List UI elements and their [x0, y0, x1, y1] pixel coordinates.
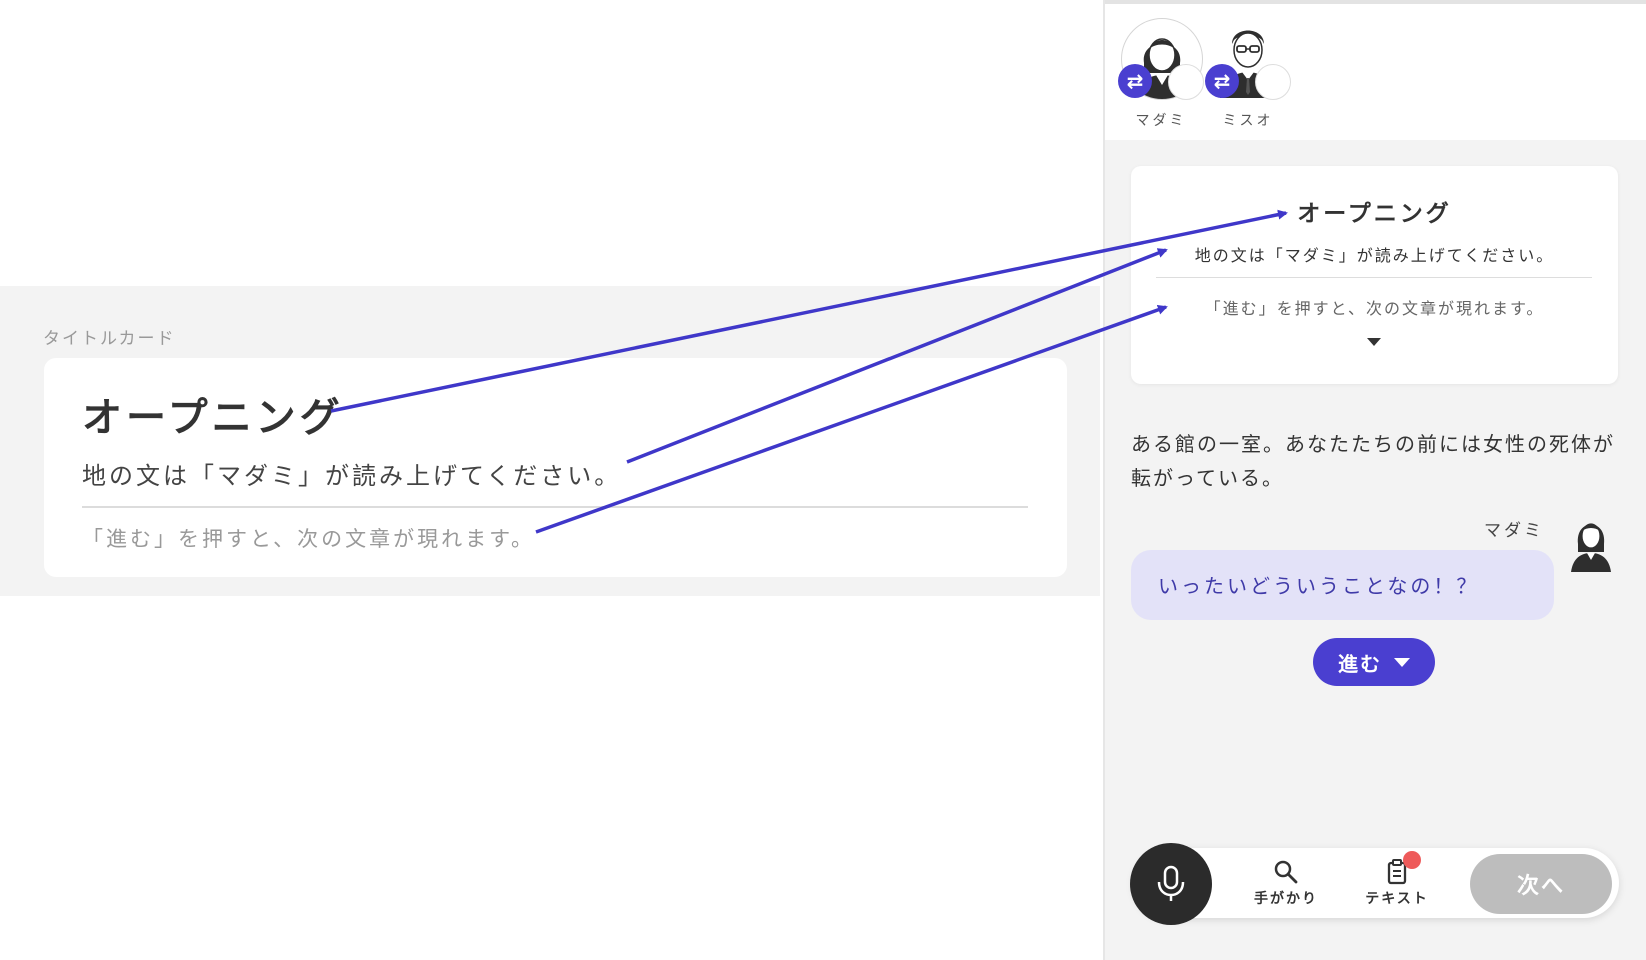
editor-divider — [82, 506, 1028, 508]
speaker-avatar-icon — [1565, 512, 1617, 572]
text-label: テキスト — [1365, 891, 1429, 907]
character-name: ミスオ — [1222, 113, 1274, 129]
character-madami[interactable]: ⇄ マダミ — [1118, 18, 1208, 130]
speaker-name: マダミ — [1484, 521, 1544, 541]
status-circle — [1255, 64, 1291, 100]
caret-down-icon — [1394, 657, 1410, 667]
swap-icon[interactable]: ⇄ — [1118, 64, 1152, 98]
mic-button[interactable] — [1130, 843, 1212, 925]
title-card-title: オープニング — [1297, 201, 1452, 227]
caret-down-icon — [1367, 338, 1381, 346]
title-card-hint: 「進む」を押すと、次の文章が現れます。 — [1204, 299, 1545, 318]
text-button[interactable]: テキスト — [1357, 858, 1437, 914]
swap-icon[interactable]: ⇄ — [1205, 64, 1239, 98]
editor-hint: 「進む」を押すと、次の文章が現れます。 — [82, 527, 536, 551]
notification-badge — [1403, 851, 1421, 869]
advance-label: 進む — [1338, 651, 1382, 676]
clues-label: 手がかり — [1254, 891, 1318, 907]
status-circle — [1168, 64, 1204, 100]
search-icon — [1274, 860, 1298, 884]
section-label: タイトルカード — [43, 329, 176, 349]
next-button[interactable]: 次へ — [1470, 854, 1612, 914]
editor-title[interactable]: オープニング — [82, 385, 344, 443]
dialogue-text: いったいどういうことなの！？ — [1158, 574, 1480, 598]
microphone-icon — [1157, 865, 1185, 901]
narration-text: ある館の一室。あなたたちの前には女性の死体が転がっている。 — [1131, 432, 1615, 490]
advance-button[interactable]: 進む — [1313, 638, 1435, 686]
editor-subtitle[interactable]: 地の文は「マダミ」が読み上げてください。 — [82, 456, 621, 491]
clues-button[interactable]: 手がかり — [1246, 858, 1326, 914]
title-card-divider — [1156, 277, 1592, 278]
title-card-subtitle: 地の文は「マダミ」が読み上げてください。 — [1194, 246, 1555, 265]
character-name: マダミ — [1135, 113, 1187, 129]
character-misuo[interactable]: ⇄ ミスオ — [1205, 18, 1295, 130]
